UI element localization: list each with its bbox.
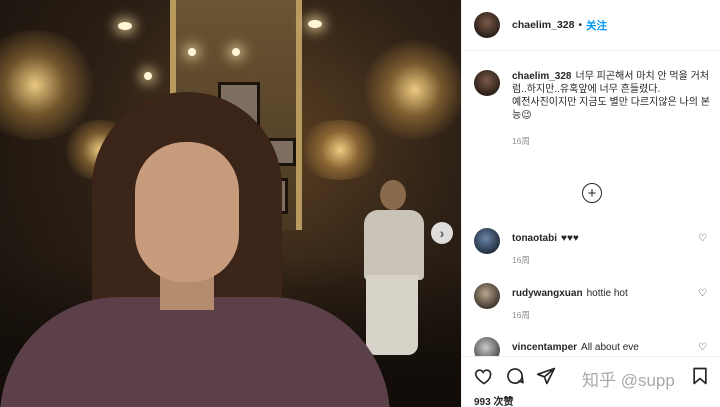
next-photo-button[interactable]: › bbox=[431, 222, 453, 244]
comment-username[interactable]: rudywangxuan bbox=[512, 288, 583, 299]
post-photo[interactable]: › bbox=[0, 0, 461, 407]
person-figure bbox=[0, 92, 390, 407]
ceiling-light bbox=[308, 20, 322, 28]
follow-button[interactable]: 关注 bbox=[586, 18, 607, 33]
chevron-right-icon: › bbox=[439, 225, 445, 241]
post-side-panel: chaelim_328 • 关注 chaelim_328 너무 피곤해서 마치 안… bbox=[461, 0, 720, 407]
post-actions-bar: 知乎 @supp 993 次赞 bbox=[462, 356, 720, 407]
load-more-comments-button[interactable]: + bbox=[582, 183, 602, 203]
comment-timestamp: 16周 bbox=[512, 255, 530, 265]
heart-icon[interactable]: ♡ bbox=[698, 342, 707, 353]
comment-item: tonaotabi ♥♥♥ 16周 ♡ bbox=[474, 228, 714, 268]
post-caption: chaelim_328 너무 피곤해서 마치 안 먹을 거처럼..하지만..유혹앞… bbox=[474, 70, 714, 147]
comment-icon[interactable] bbox=[505, 366, 525, 386]
ceiling-light bbox=[188, 48, 196, 56]
heart-icon[interactable]: ♡ bbox=[698, 233, 707, 244]
ceiling-light bbox=[232, 48, 240, 56]
watermark-text: 知乎 @supp bbox=[582, 371, 675, 390]
avatar[interactable] bbox=[474, 70, 500, 96]
bookmark-icon[interactable] bbox=[690, 366, 710, 386]
paper-plane-icon[interactable] bbox=[536, 366, 556, 386]
plus-circle-icon: + bbox=[587, 184, 597, 202]
separator-dot: • bbox=[578, 19, 582, 31]
comment-text: hottie hot bbox=[586, 288, 628, 299]
avatar[interactable] bbox=[474, 283, 500, 309]
avatar[interactable] bbox=[474, 228, 500, 254]
heart-icon[interactable]: ♡ bbox=[698, 288, 707, 299]
caption-line-2: 예전사진이지만 지금도 별만 다르지않은 나의 본능😉 bbox=[512, 97, 710, 121]
heart-icon[interactable] bbox=[474, 366, 494, 386]
ceiling-light bbox=[144, 72, 152, 80]
caption-username[interactable]: chaelim_328 bbox=[512, 71, 572, 82]
comment-text: All about eve bbox=[581, 342, 639, 353]
comment-timestamp: 16周 bbox=[512, 310, 530, 320]
comment-text: ♥♥♥ bbox=[561, 233, 579, 244]
comment-username[interactable]: tonaotabi bbox=[512, 233, 557, 244]
comment-username[interactable]: vincentamper bbox=[512, 342, 577, 353]
likes-count[interactable]: 993 次赞 bbox=[474, 393, 513, 407]
avatar[interactable] bbox=[474, 12, 500, 38]
comment-item: rudywangxuan hottie hot 16周 ♡ bbox=[474, 283, 714, 323]
header-username[interactable]: chaelim_328 bbox=[512, 19, 574, 31]
ceiling-light bbox=[118, 22, 132, 30]
post-header: chaelim_328 • 关注 bbox=[462, 0, 720, 51]
caption-timestamp: 16周 bbox=[512, 136, 530, 146]
